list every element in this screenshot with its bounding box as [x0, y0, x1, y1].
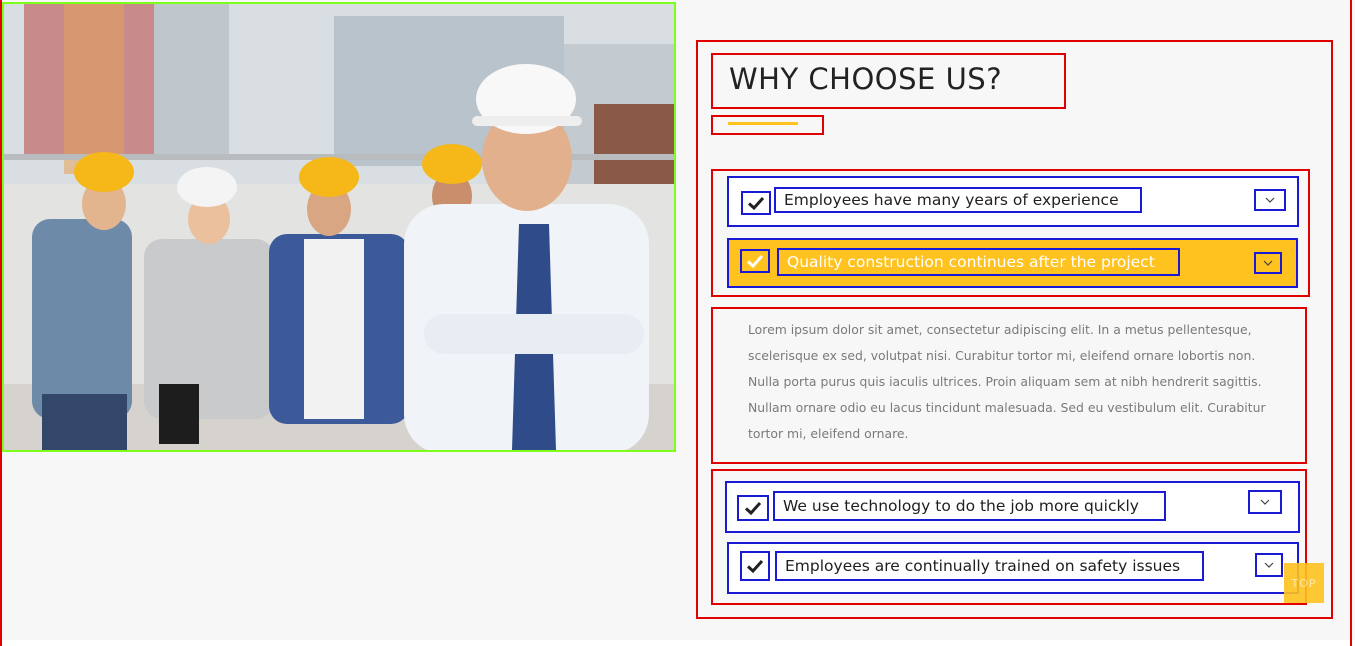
accordion-panel-text: Lorem ipsum dolor sit amet, consectetur … [748, 322, 1266, 441]
chevron-down-icon[interactable] [1254, 189, 1286, 211]
accordion-item-technology[interactable]: We use technology to do the job more qui… [725, 481, 1300, 533]
accordion-label: Quality construction continues after the… [777, 248, 1180, 276]
back-to-top-button[interactable]: TOP [1284, 563, 1324, 603]
title-underline [728, 122, 798, 125]
chevron-down-icon[interactable] [1255, 553, 1283, 577]
check-icon [740, 551, 770, 581]
frame-border-right [1350, 0, 1352, 646]
accordion-label: We use technology to do the job more qui… [773, 491, 1166, 521]
accordion-label: Employees are continually trained on saf… [775, 551, 1204, 581]
accordion-label: Employees have many years of experience [774, 187, 1142, 213]
team-photo [2, 2, 676, 452]
section-title: WHY CHOOSE US? [729, 62, 1003, 96]
accordion-item-safety[interactable]: Employees are continually trained on saf… [727, 542, 1299, 594]
check-icon [741, 191, 771, 215]
check-icon [740, 249, 770, 273]
chevron-down-icon[interactable] [1248, 490, 1282, 514]
page-bottom-strip [0, 640, 1355, 646]
accordion-item-experience[interactable]: Employees have many years of experience [727, 176, 1299, 227]
chevron-down-icon[interactable] [1254, 252, 1282, 274]
title-underline-frame [711, 115, 824, 135]
check-icon [737, 495, 769, 521]
accordion-item-quality[interactable]: Quality construction continues after the… [727, 238, 1298, 288]
